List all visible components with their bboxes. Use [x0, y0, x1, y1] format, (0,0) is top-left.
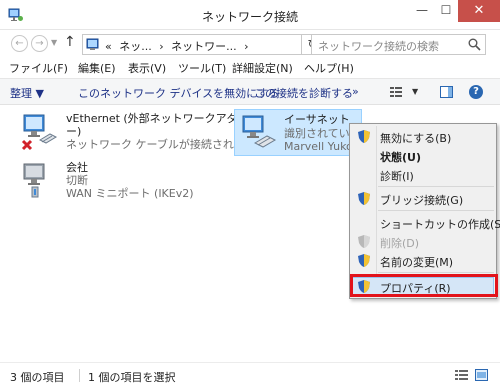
uac-shield-icon [358, 192, 370, 205]
breadcrumb: « ネッ... › ネットワー... › [105, 38, 253, 54]
menu-item-bridge[interactable]: ブリッジ接続(G) [352, 189, 494, 208]
details-view-icon[interactable] [455, 369, 468, 381]
vpn-connection-icon [23, 163, 45, 198]
forward-button[interactable]: → [31, 35, 48, 52]
control-panel-icon [86, 38, 99, 50]
view-options-chevron-icon[interactable]: ▼ [412, 87, 418, 96]
network-adapter-disconnected-icon [21, 114, 58, 151]
breadcrumb-separator[interactable]: › [244, 40, 248, 53]
adapter-vethernet[interactable]: vEthernet (外部ネットワークアダプタ ー) ネットワーク ケーブルが接… [20, 112, 277, 156]
menu-item-create-shortcut[interactable]: ショートカットの作成(S) [352, 213, 500, 232]
adapter-status: 切断 [66, 174, 88, 187]
menu-item-delete: 削除(D) [352, 232, 494, 251]
search-placeholder: ネットワーク接続の検索 [318, 40, 439, 53]
up-arrow-icon[interactable]: ↑ [64, 34, 76, 50]
recent-locations-chevron-icon[interactable]: ▼ [51, 38, 57, 47]
back-button[interactable]: ← [11, 35, 28, 52]
menu-item-disable[interactable]: 無効にする(B) [352, 127, 494, 146]
menu-separator [378, 210, 494, 211]
menu-item-diagnose[interactable]: 診断(I) [352, 165, 494, 184]
more-commands-button[interactable]: » [352, 85, 359, 98]
address-box[interactable]: « ネッ... › ネットワー... › ▼ [82, 34, 373, 55]
selected-count: 1 個の項目を選択 [88, 371, 176, 384]
menu-item-label: 無効にする(B) [380, 132, 452, 145]
maximize-button[interactable]: ☐ [434, 0, 458, 22]
menu-separator [378, 186, 494, 187]
diagnose-connection-button[interactable]: この接続を診断する [254, 85, 353, 101]
adapter-company-vpn[interactable]: 会社 切断 WAN ミニポート (IKEv2) [20, 161, 240, 205]
menu-file[interactable]: ファイル(F) [9, 60, 68, 76]
uac-shield-icon [358, 130, 370, 143]
menu-item-label: 名前の変更(M) [380, 256, 454, 269]
menu-edit[interactable]: 編集(E) [78, 60, 116, 76]
adapter-name: vEthernet (外部ネットワークアダプタ ー) [66, 112, 260, 138]
menu-help[interactable]: ヘルプ(H) [304, 60, 354, 76]
menu-separator [378, 272, 494, 273]
status-divider [79, 369, 80, 382]
menu-item-label: 状態(U) [380, 151, 421, 164]
adapter-ethernet[interactable]: イーサネット 識別されていない Marvell Yukon [234, 109, 372, 156]
preview-pane-icon[interactable] [440, 86, 453, 98]
item-count: 3 個の項目 [10, 371, 65, 384]
title-bar: ネットワーク接続 — ☐ ✕ [0, 0, 500, 30]
ethernet-adapter-icon [242, 115, 277, 148]
menu-item-label: ブリッジ接続(G) [380, 194, 464, 207]
adapter-name: 会社 [66, 161, 88, 174]
help-icon[interactable]: ? [469, 85, 483, 99]
minimize-button[interactable]: — [410, 0, 434, 22]
command-bar: 整理 ▼ このネットワーク デバイスを無効にする この接続を診断する » ▼ ? [0, 79, 500, 105]
menu-item-rename[interactable]: 名前の変更(M) [352, 251, 494, 270]
organize-button[interactable]: 整理 ▼ [10, 85, 44, 101]
search-input[interactable]: ネットワーク接続の検索 [311, 34, 486, 55]
breadcrumb-item-network[interactable]: ネットワー... [171, 40, 237, 53]
search-icon [468, 38, 481, 51]
large-icons-view-icon[interactable] [475, 369, 488, 381]
menu-item-label: 削除(D) [380, 237, 420, 250]
menu-item-label: 診断(I) [380, 170, 414, 183]
menu-item-label: ショートカットの作成(S) [380, 218, 500, 231]
context-menu: 無効にする(B) 状態(U) 診断(I) ブリッジ接続(G) ショートカットの作… [349, 123, 500, 299]
adapter-name: イーサネット [284, 113, 350, 126]
menu-item-status[interactable]: 状態(U) [352, 146, 494, 165]
close-button[interactable]: ✕ [458, 0, 500, 22]
breadcrumb-separator[interactable]: › [159, 40, 163, 53]
highlight-annotation-frame [350, 274, 498, 297]
menu-advanced[interactable]: 詳細設定(N) [232, 60, 293, 76]
breadcrumb-overflow[interactable]: « [105, 40, 112, 53]
breadcrumb-item-control-panel[interactable]: ネッ... [119, 40, 152, 53]
address-bar: ← → ▼ ↑ « ネッ... › ネットワー... › ▼ ↻ ネットワーク接… [0, 30, 500, 57]
change-view-icon[interactable] [390, 86, 402, 98]
menu-view[interactable]: 表示(V) [128, 60, 166, 76]
adapter-device: WAN ミニポート (IKEv2) [66, 187, 194, 200]
menu-bar: ファイル(F) 編集(E) 表示(V) ツール(T) 詳細設定(N) ヘルプ(H… [0, 57, 500, 79]
uac-shield-icon [358, 235, 370, 248]
disable-device-button[interactable]: このネットワーク デバイスを無効にする [78, 85, 279, 101]
menu-tools[interactable]: ツール(T) [178, 60, 226, 76]
status-bar: 3 個の項目 1 個の項目を選択 [0, 362, 500, 387]
uac-shield-icon [358, 254, 370, 267]
